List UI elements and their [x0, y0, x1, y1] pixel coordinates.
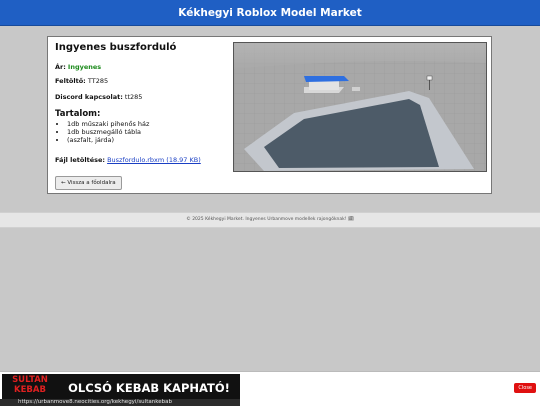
back-button[interactable]: ← Vissza a főoldalra	[55, 176, 122, 190]
shelter-wall	[309, 81, 339, 90]
close-button[interactable]: Close	[514, 383, 536, 393]
site-title: Kékhegyi Roblox Model Market	[178, 6, 362, 19]
product-card: Ingyenes buszforduló Ár: Ingyenes Feltöl…	[47, 36, 492, 194]
download-row: Fájl letöltése: Buszfordulo.rbxm (18.97 …	[55, 156, 201, 164]
bench	[352, 87, 360, 91]
model-preview-image	[233, 42, 487, 172]
product-title: Ingyenes buszforduló	[55, 42, 177, 53]
discord-value: tt285	[124, 93, 143, 101]
contents-heading: Tartalom:	[55, 109, 101, 119]
site-header: Kékhegyi Roblox Model Market	[0, 0, 540, 26]
discord-row: Discord kapcsolat: tt285	[55, 93, 142, 101]
price-row: Ár: Ingyenes	[55, 63, 101, 71]
uploader-row: Feltöltő: TT285	[55, 77, 108, 85]
footer-text: © 2025 Kékhegyi Market. Ingyenes Urbanmo…	[186, 217, 354, 222]
ad-logo-line2: KEBAB	[14, 384, 46, 395]
ad-logo[interactable]: SULTAN KEBAB	[2, 374, 58, 402]
bus-sign	[426, 75, 433, 81]
preview-scene	[234, 43, 486, 171]
uploader-value: TT285	[87, 77, 109, 85]
ad-banner-bar: SULTAN KEBAB OLCSÓ KEBAB KAPHATÓ! https:…	[0, 371, 540, 406]
list-item: 1db műszaki pihenős ház	[67, 120, 149, 128]
price-label: Ár:	[55, 63, 66, 71]
download-label: Fájl letöltése:	[55, 156, 105, 164]
contents-list: 1db műszaki pihenős ház 1db buszmegálló …	[55, 120, 149, 144]
page-footer: © 2025 Kékhegyi Market. Ingyenes Urbanmo…	[0, 212, 540, 228]
list-item: (aszfalt, járda)	[67, 136, 149, 144]
ad-headline[interactable]: OLCSÓ KEBAB KAPHATÓ!	[58, 374, 240, 402]
download-link[interactable]: Buszfordulo.rbxm (18.97 KB)	[107, 156, 201, 164]
discord-label: Discord kapcsolat:	[55, 93, 123, 101]
price-value: Ingyenes	[67, 63, 102, 71]
list-item: 1db buszmegálló tábla	[67, 128, 149, 136]
uploader-label: Feltöltő:	[55, 77, 86, 85]
shelter-roof	[304, 76, 349, 82]
